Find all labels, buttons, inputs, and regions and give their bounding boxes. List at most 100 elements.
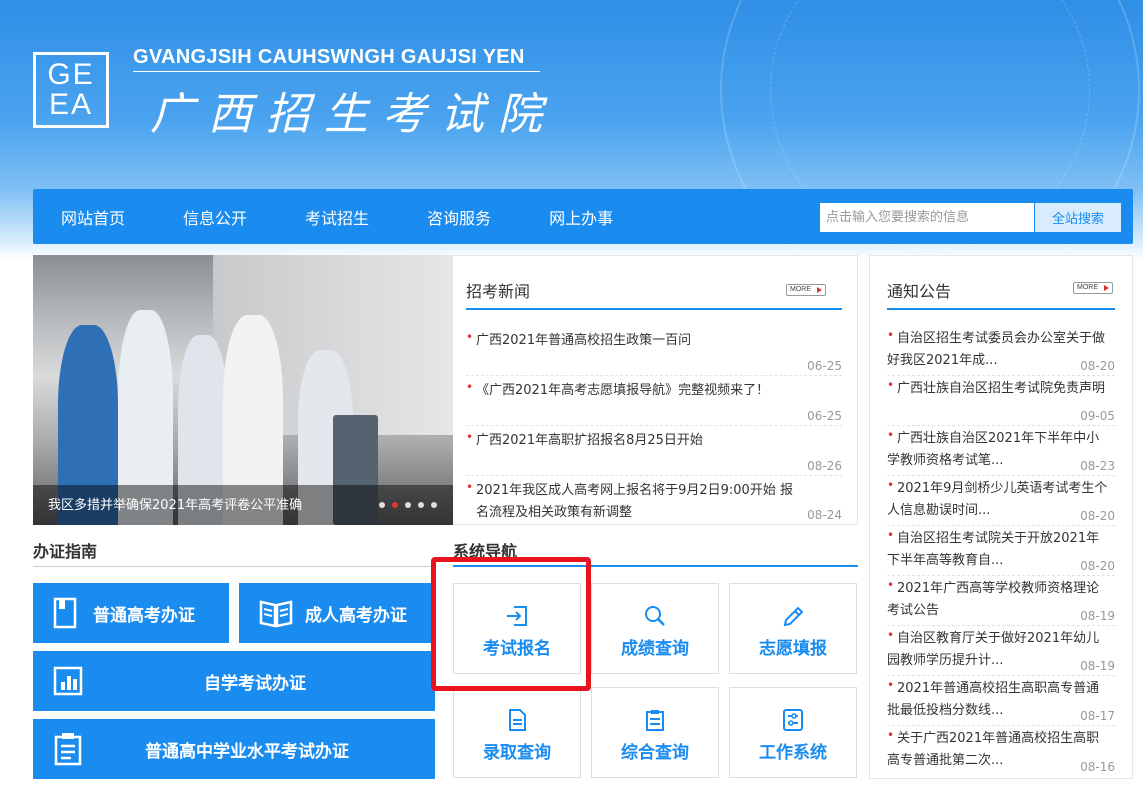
guide-button-label: 自学考试办证	[204, 669, 306, 694]
bullet: •	[887, 378, 894, 392]
news-item-2[interactable]: • 《广西2021年高考志愿填报导航》完整视频来了！ 06-25	[466, 380, 842, 426]
settings-sliders-icon	[780, 708, 806, 732]
search-input[interactable]	[820, 203, 1034, 232]
logo-text-top: GE	[47, 60, 94, 90]
notice-item-title[interactable]: 自治区招生考试院关于开放2021年下半年高等教育自...	[887, 528, 1109, 572]
logo-text-bottom: EA	[49, 90, 93, 120]
guide-section-divider	[33, 566, 435, 567]
news-item-title[interactable]: 广西2021年普通高校招生政策一百问	[466, 330, 842, 352]
pencil-icon	[780, 604, 806, 628]
site-search-button[interactable]: 全站搜索	[1035, 203, 1121, 232]
tile-score-query[interactable]: 成绩查询	[591, 583, 719, 674]
guide-button-academic-level[interactable]: 普通高中学业水平考试办证	[33, 719, 435, 779]
notice-item-title[interactable]: 关于广西2021年普通高校招生高职高专普通批第二次...	[887, 728, 1109, 772]
nav-item-home[interactable]: 网站首页	[61, 205, 125, 229]
nav-item-info-public[interactable]: 信息公开	[183, 205, 247, 229]
slide-dot-1[interactable]	[379, 502, 385, 508]
notice-panel-title: 通知公告	[887, 278, 951, 302]
news-item-3[interactable]: • 广西2021年高职扩招报名8月25日开始 08-26	[466, 430, 842, 476]
tile-admission-query[interactable]: 录取查询	[453, 687, 581, 778]
news-panel-title: 招考新闻	[466, 278, 530, 302]
notice-item-date: 08-20	[1080, 509, 1115, 523]
nav-item-consult[interactable]: 咨询服务	[427, 205, 491, 229]
notice-item-9[interactable]: • 关于广西2021年普通高校招生高职高专普通批第二次... 08-16	[887, 728, 1115, 776]
guide-button-gaokao[interactable]: 普通高考办证	[33, 583, 229, 643]
notice-item-date: 08-20	[1080, 559, 1115, 573]
news-item-date: 06-25	[807, 409, 842, 423]
notice-item-4[interactable]: • 2021年9月剑桥少儿英语考试考生个人信息勘误时间... 08-20	[887, 478, 1115, 526]
notice-item-5[interactable]: • 自治区招生考试院关于开放2021年下半年高等教育自... 08-20	[887, 528, 1115, 576]
guide-button-label: 成人高考办证	[305, 601, 407, 626]
tile-exam-registration[interactable]: 考试报名	[453, 583, 581, 674]
tile-label: 工作系统	[759, 738, 827, 763]
notice-item-title[interactable]: 2021年广西高等学校教师资格理论考试公告	[887, 578, 1109, 622]
news-item-date: 08-26	[807, 459, 842, 473]
nav-item-online-service[interactable]: 网上办事	[549, 205, 613, 229]
bullet: •	[887, 578, 894, 592]
guide-button-label: 普通高考办证	[93, 601, 195, 626]
news-item-1[interactable]: • 广西2021年普通高校招生政策一百问 06-25	[466, 330, 842, 376]
notice-item-title[interactable]: 自治区招生考试委员会办公室关于做好我区2021年成...	[887, 328, 1109, 372]
bullet: •	[466, 480, 473, 494]
notice-item-8[interactable]: • 2021年普通高校招生高职高专普通批最低投档分数线... 08-17	[887, 678, 1115, 726]
bullet: •	[887, 728, 894, 742]
guide-section-title: 办证指南	[33, 538, 97, 562]
notice-item-date: 08-19	[1080, 659, 1115, 673]
notice-item-date: 08-17	[1080, 709, 1115, 723]
main-navigation: 网站首页 信息公开 考试招生 咨询服务 网上办事 全站搜索	[33, 189, 1133, 244]
site-logo[interactable]: GE EA	[33, 52, 109, 128]
header-divider	[133, 71, 540, 72]
news-title-underline	[466, 308, 842, 310]
notice-item-6[interactable]: • 2021年广西高等学校教师资格理论考试公告 08-19	[887, 578, 1115, 626]
bullet: •	[887, 328, 894, 342]
login-icon	[504, 604, 530, 628]
notice-item-2[interactable]: • 广西壮族自治区招生考试院免责声明 09-05	[887, 378, 1115, 426]
guide-button-adult-exam[interactable]: 成人高考办证	[239, 583, 435, 643]
news-item-title[interactable]: 2021年我区成人高考网上报名将于9月2日9:00开始 报名流程及相关政策有新调…	[466, 480, 796, 524]
slide-dots	[372, 502, 437, 508]
system-nav-underline	[453, 565, 858, 567]
news-item-title[interactable]: 《广西2021年高考志愿填报导航》完整视频来了！	[466, 380, 842, 402]
news-more-button[interactable]: MORE	[786, 284, 826, 296]
tile-work-system[interactable]: 工作系统	[729, 687, 857, 778]
news-item-4[interactable]: • 2021年我区成人高考网上报名将于9月2日9:00开始 报名流程及相关政策有…	[466, 480, 842, 524]
slide-dot-4[interactable]	[418, 502, 424, 508]
tile-label: 录取查询	[483, 738, 551, 763]
notice-item-date: 08-20	[1080, 359, 1115, 373]
bar-chart-icon	[53, 666, 83, 696]
search-icon	[642, 604, 668, 628]
news-item-title[interactable]: 广西2021年高职扩招报名8月25日开始	[466, 430, 842, 452]
news-item-date: 06-25	[807, 359, 842, 373]
notice-item-3[interactable]: • 广西壮族自治区2021年下半年中小学教师资格考试笔... 08-23	[887, 428, 1115, 476]
notice-item-1[interactable]: • 自治区招生考试委员会办公室关于做好我区2021年成... 08-20	[887, 328, 1115, 376]
bullet: •	[887, 528, 894, 542]
tile-comprehensive-query[interactable]: 综合查询	[591, 687, 719, 778]
slide-caption[interactable]: 我区多措并举确保2021年高考评卷公平准确	[48, 494, 302, 513]
clipboard-list-icon	[642, 708, 668, 732]
notice-item-7[interactable]: • 自治区教育厅关于做好2021年幼儿园教师学历提升计... 08-19	[887, 628, 1115, 676]
nav-items: 网站首页 信息公开 考试招生 咨询服务 网上办事	[61, 189, 671, 244]
tile-label: 考试报名	[483, 634, 551, 659]
news-slideshow[interactable]: 我区多措并举确保2021年高考评卷公平准确	[33, 255, 453, 525]
bullet: •	[887, 478, 894, 492]
tile-label: 成绩查询	[621, 634, 689, 659]
slide-dot-5[interactable]	[431, 502, 437, 508]
tile-label: 志愿填报	[759, 634, 827, 659]
news-panel: 招考新闻 MORE • 广西2021年普通高校招生政策一百问 06-25 • 《…	[453, 255, 858, 525]
book-icon	[53, 597, 79, 629]
bullet: •	[887, 628, 894, 642]
site-name-english: GVANGJSIH CAUHSWNGH GAUJSI YEN	[133, 46, 525, 69]
notice-more-button[interactable]: MORE	[1073, 282, 1113, 294]
bullet: •	[466, 380, 473, 394]
notice-item-title[interactable]: 广西壮族自治区2021年下半年中小学教师资格考试笔...	[887, 428, 1109, 472]
notice-item-title[interactable]: 2021年9月剑桥少儿英语考试考生个人信息勘误时间...	[887, 478, 1109, 522]
notice-item-title[interactable]: 自治区教育厅关于做好2021年幼儿园教师学历提升计...	[887, 628, 1109, 672]
notice-item-title[interactable]: 2021年普通高校招生高职高专普通批最低投档分数线...	[887, 678, 1109, 722]
slide-dot-3[interactable]	[405, 502, 411, 508]
guide-button-self-study[interactable]: 自学考试办证	[33, 651, 435, 711]
notice-item-title[interactable]: 广西壮族自治区招生考试院免责声明	[887, 378, 1109, 400]
notice-item-date: 08-19	[1080, 609, 1115, 623]
tile-volunteer-filling[interactable]: 志愿填报	[729, 583, 857, 674]
nav-item-exams[interactable]: 考试招生	[305, 205, 369, 229]
slide-dot-2[interactable]	[392, 502, 398, 508]
